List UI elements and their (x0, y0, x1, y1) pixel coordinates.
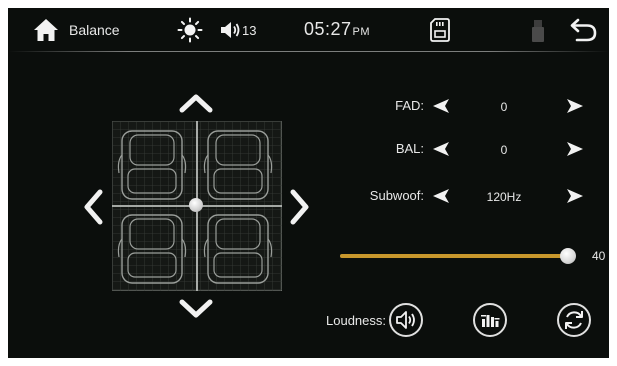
bal-increase-button[interactable] (566, 141, 584, 157)
loudness-label: Loudness: (326, 313, 386, 328)
subwoof-label: Subwoof: (369, 188, 424, 203)
brightness-icon[interactable] (177, 17, 203, 43)
top-bar: Balance 13 05:27PM (8, 8, 609, 52)
bal-decrease-button[interactable] (432, 141, 450, 157)
reset-button[interactable] (557, 303, 591, 337)
bal-value: 0 (500, 143, 508, 157)
slider-knob[interactable] (560, 248, 576, 264)
screen: Balance 13 05:27PM FAD: 0 BAL: 0 Subwoof… (8, 8, 609, 358)
right-arrow-button[interactable] (287, 186, 313, 228)
left-arrow-button[interactable] (80, 186, 106, 228)
bal-label: BAL: (395, 141, 424, 156)
equalizer-icon (481, 315, 500, 327)
home-icon[interactable] (32, 17, 60, 43)
down-arrow-button[interactable] (176, 298, 216, 322)
equalizer-button[interactable] (473, 303, 507, 337)
refresh-icon (565, 311, 583, 329)
clock-time: 05:27 (304, 19, 352, 39)
volume-level: 13 (242, 23, 257, 38)
up-arrow-button[interactable] (176, 90, 216, 114)
clock: 05:27PM (304, 19, 370, 40)
usb-icon[interactable] (530, 19, 546, 43)
slider-value: 40 (592, 249, 606, 263)
subwoof-decrease-button[interactable] (432, 188, 450, 204)
sd-card-icon[interactable] (430, 18, 450, 42)
slider-fill (340, 254, 568, 258)
page-title: Balance (69, 22, 120, 38)
clock-ampm: PM (352, 26, 371, 38)
top-bar-divider (8, 51, 609, 52)
subwoof-increase-button[interactable] (566, 188, 584, 204)
loudness-speaker-icon (396, 311, 415, 329)
fad-increase-button[interactable] (566, 98, 584, 114)
subwoof-value: 120Hz (486, 190, 522, 204)
fad-value: 0 (500, 100, 508, 114)
fad-decrease-button[interactable] (432, 98, 450, 114)
loudness-button[interactable] (389, 303, 423, 337)
back-icon[interactable] (569, 17, 599, 43)
fad-label: FAD: (395, 98, 424, 113)
speaker-icon[interactable] (220, 21, 242, 39)
level-slider[interactable] (338, 246, 578, 266)
balance-position-dot[interactable] (189, 198, 203, 212)
